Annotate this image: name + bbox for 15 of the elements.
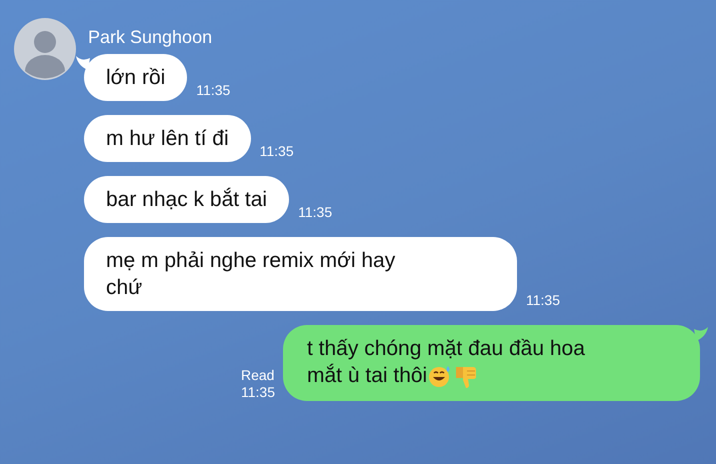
message-time: 11:35 [298,204,332,221]
message-text: m hư lên tí đi [106,126,229,152]
read-receipt: Read [241,367,275,384]
message-time: 11:35 [526,292,560,309]
message-text: bar nhạc k bắt tai [106,186,268,213]
message-text: lớn rồi [106,65,166,91]
message-time: 11:35 [196,82,230,99]
message-text: t thấy chóng mặt đau đầu hoa [307,336,585,362]
contact-name: Park Sunghoon [88,26,214,48]
message-text: mẹ m phải nghe remix mới hay [106,248,396,274]
message-text: mắt ù tai thôi [307,362,428,389]
avatar-icon[interactable] [14,18,76,80]
message-time: 11:35 [241,384,275,401]
message-text: chứ [106,275,142,301]
message-time: 11:35 [260,143,294,160]
